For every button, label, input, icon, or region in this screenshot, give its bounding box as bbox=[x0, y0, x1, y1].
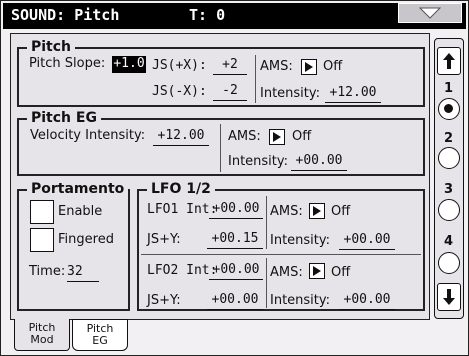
page-radio-4[interactable] bbox=[438, 252, 460, 274]
enable-checkbox[interactable] bbox=[30, 200, 54, 224]
pitch-intensity-label: Intensity: bbox=[260, 86, 321, 101]
pitch-intensity-field[interactable]: +12.00 bbox=[325, 84, 381, 103]
js-plus-x-field[interactable]: +2 bbox=[213, 56, 247, 75]
pitch-divider bbox=[255, 55, 256, 103]
lfo1-js-label: JS+Y: bbox=[147, 232, 181, 247]
lfo1-intensity-label: Intensity: bbox=[270, 233, 331, 248]
velocity-intensity-label: Velocity Intensity: bbox=[30, 128, 146, 143]
portamento-time-field[interactable]: 32 bbox=[67, 263, 99, 282]
tab-pitch-eg-line2: EG bbox=[92, 334, 108, 347]
portamento-time-label: Time: bbox=[29, 264, 66, 279]
lfo2-int-field[interactable]: +00.00 bbox=[209, 261, 263, 280]
pitch-eg-divider bbox=[220, 124, 221, 172]
pitch-eg-ams-label: AMS: bbox=[228, 129, 261, 144]
js-minus-x-field[interactable]: -2 bbox=[213, 82, 247, 101]
pitch-slope-label: Pitch Slope: bbox=[29, 56, 106, 71]
page-radio-2[interactable] bbox=[438, 147, 460, 169]
page-title: SOUND: Pitch bbox=[11, 6, 120, 24]
lfo2-js-label: JS+Y: bbox=[147, 293, 181, 308]
page-number-2: 2 bbox=[443, 131, 454, 146]
triangle-right-icon bbox=[305, 62, 313, 72]
lfo1-ams-label: AMS: bbox=[270, 204, 303, 219]
pitch-eg-intensity-field[interactable]: +00.00 bbox=[291, 152, 347, 171]
lfo1-js-field[interactable]: +00.15 bbox=[207, 230, 263, 249]
pitch-ams-value[interactable]: Off bbox=[323, 58, 342, 76]
lfo1-ams-selector[interactable] bbox=[309, 203, 325, 219]
arrow-up-icon bbox=[443, 53, 455, 69]
pitch-group-title: Pitch bbox=[27, 38, 76, 56]
triangle-right-icon bbox=[313, 206, 321, 216]
lfo1-ams-value[interactable]: Off bbox=[331, 203, 350, 221]
tab-pitch-mod[interactable]: Pitch Mod bbox=[14, 319, 70, 351]
page-radio-1[interactable] bbox=[438, 98, 460, 120]
tab-pitch-eg[interactable]: Pitch EG bbox=[72, 319, 128, 351]
tab-pitch-mod-line2: Mod bbox=[30, 333, 54, 346]
page-radio-3[interactable] bbox=[438, 199, 460, 221]
scroll-down-button[interactable] bbox=[437, 283, 461, 311]
page-selector: 1 2 3 4 bbox=[434, 38, 464, 319]
page-menu-button[interactable] bbox=[398, 3, 462, 23]
pitch-eg-group-title: Pitch EG bbox=[27, 109, 101, 127]
lfo2-int-label: LFO2 Int: bbox=[147, 263, 218, 278]
fingered-label: Fingered bbox=[58, 232, 114, 247]
page-number-3: 3 bbox=[443, 182, 454, 197]
triangle-right-icon bbox=[313, 266, 321, 276]
pitch-ams-label: AMS: bbox=[260, 59, 293, 74]
enable-label: Enable bbox=[58, 204, 103, 219]
page-number-4: 4 bbox=[443, 234, 454, 249]
js-plus-x-label: JS(+X): bbox=[152, 58, 207, 73]
page-number-1: 1 bbox=[443, 81, 454, 96]
lfo1-int-label: LFO1 Int: bbox=[147, 202, 218, 217]
fingered-checkbox[interactable] bbox=[30, 228, 54, 252]
scroll-up-button[interactable] bbox=[437, 47, 461, 75]
lfo2-ams-selector[interactable] bbox=[309, 263, 325, 279]
pitch-eg-ams-selector[interactable] bbox=[269, 129, 285, 145]
pitch-ams-selector[interactable] bbox=[301, 59, 317, 75]
arrow-down-icon bbox=[443, 289, 455, 305]
lfo-row-divider bbox=[141, 254, 421, 255]
pitch-eg-ams-value[interactable]: Off bbox=[292, 128, 311, 146]
lfo2-ams-value[interactable]: Off bbox=[331, 264, 350, 282]
triangle-right-icon bbox=[273, 132, 281, 142]
lfo1-int-field[interactable]: +00.00 bbox=[209, 200, 263, 219]
pitch-eg-intensity-label: Intensity: bbox=[228, 154, 289, 169]
title-bar: SOUND: Pitch T: 0 bbox=[3, 3, 466, 29]
velocity-intensity-field[interactable]: +12.00 bbox=[153, 127, 209, 146]
pitch-slope-field[interactable]: +1.0 bbox=[112, 56, 146, 73]
portamento-group-title: Portamento bbox=[27, 180, 129, 198]
lfo-group-title: LFO 1/2 bbox=[147, 180, 215, 198]
lfo2-ams-label: AMS: bbox=[270, 265, 303, 280]
lfo2-js-field[interactable]: +00.00 bbox=[207, 291, 263, 310]
triangle-down-icon bbox=[419, 7, 441, 19]
lfo1-divider bbox=[266, 196, 267, 249]
js-minus-x-label: JS(-X): bbox=[152, 84, 207, 99]
lfo1-intensity-field[interactable]: +00.00 bbox=[339, 231, 395, 250]
lfo2-intensity-label: Intensity: bbox=[270, 293, 331, 308]
lfo2-intensity-field[interactable]: +00.00 bbox=[339, 291, 395, 310]
track-indicator: T: 0 bbox=[189, 6, 226, 24]
lfo2-divider bbox=[266, 258, 267, 308]
